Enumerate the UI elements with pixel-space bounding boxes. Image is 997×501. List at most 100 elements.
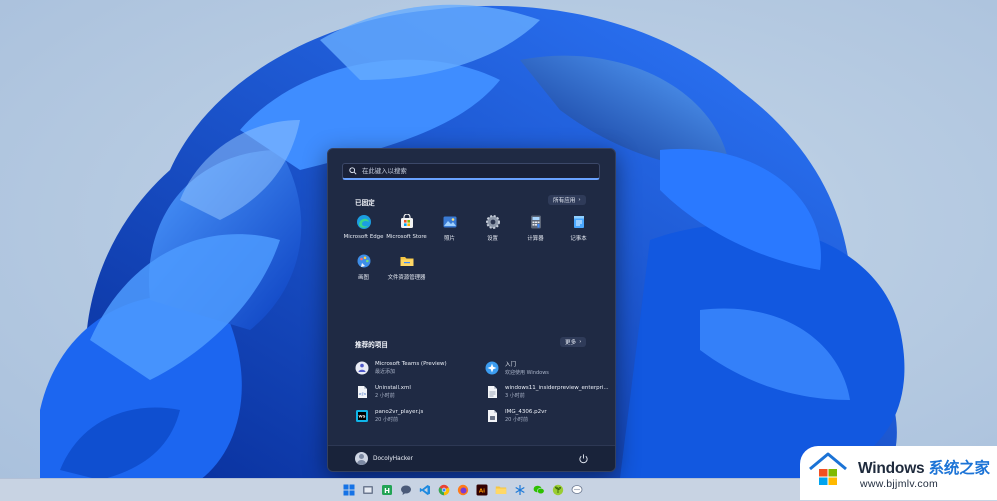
- watermark-title-cn: 系统之家: [928, 460, 990, 477]
- search-box[interactable]: [342, 163, 600, 180]
- chevron-right-icon: ›: [578, 197, 581, 203]
- generic-file-icon: [488, 410, 497, 422]
- vscode-icon: [419, 485, 430, 495]
- watermark-badge: Windows 系统之家 www.bjjmlv.com: [800, 446, 997, 500]
- snowflake-icon: [515, 485, 525, 495]
- calculator-icon: [530, 215, 541, 229]
- pinned-app-paint[interactable]: 画图: [341, 253, 386, 281]
- svg-text:WS: WS: [359, 414, 366, 419]
- taskbar-app[interactable]: [455, 482, 471, 498]
- app-h-icon: H: [382, 485, 392, 495]
- start-footer: DocolyHacker: [328, 445, 615, 471]
- paint-icon: [357, 254, 370, 268]
- webstorm-file-icon: WS: [356, 410, 368, 422]
- recommended-item-name: pano2vr_player.js: [375, 409, 424, 415]
- recommended-item-sub: 3 小时前: [505, 393, 525, 399]
- pinned-app-calculator[interactable]: 计算器: [513, 214, 558, 242]
- teams-icon: [355, 361, 369, 375]
- watermark-title-en: Windows: [858, 460, 925, 477]
- message-bubble-icon: [571, 485, 583, 494]
- taskbar-app[interactable]: [569, 482, 585, 498]
- document-file-icon: [488, 386, 497, 398]
- recommended-item-pano2vr-player[interactable]: WS pano2vr_player.js 20 小时前: [355, 405, 480, 427]
- taskbar-app[interactable]: [550, 482, 566, 498]
- recommended-item-sub: 2 小时前: [375, 393, 395, 399]
- pinned-app-store[interactable]: Microsoft Store: [384, 214, 429, 240]
- chevron-right-icon: ›: [579, 339, 582, 345]
- taskbar-app[interactable]: [493, 482, 509, 498]
- taskbar-app[interactable]: Ai: [474, 482, 490, 498]
- all-apps-button[interactable]: 所有应用 ›: [548, 195, 586, 205]
- recommended-item-name: 入门: [505, 362, 517, 368]
- recommended-item-name: Uninstall.xml: [375, 385, 411, 391]
- recommended-item-img-4306[interactable]: IMG_4306.p2vr 20 小时前: [485, 405, 610, 427]
- file-explorer-icon: [400, 257, 413, 266]
- illustrator-icon: Ai: [476, 484, 488, 496]
- all-apps-label: 所有应用: [553, 198, 576, 204]
- folder-icon: [495, 486, 507, 494]
- svg-text:Ai: Ai: [479, 489, 485, 495]
- app-label: 照片: [444, 236, 455, 242]
- search-input[interactable]: [362, 167, 582, 175]
- more-button[interactable]: 更多 ›: [560, 337, 587, 347]
- taskbar-app[interactable]: [531, 482, 547, 498]
- taskbar-app[interactable]: [512, 482, 528, 498]
- svg-text:H: H: [384, 487, 390, 495]
- taskbar-start-button[interactable]: [341, 482, 357, 498]
- avatar: [355, 452, 368, 465]
- app-label: 记事本: [570, 236, 587, 242]
- start-menu: 已固定 所有应用 › Microsoft Edge Microsoft Stor…: [327, 148, 616, 472]
- wechat-icon: [533, 485, 545, 495]
- watermark-url: www.bjjmlv.com: [860, 478, 939, 490]
- recommended-item-windows11-insider[interactable]: windows11_insiderpreview_enterpri... 3 小时…: [485, 381, 610, 403]
- chat-icon: [401, 485, 411, 495]
- chrome-icon: [438, 484, 450, 496]
- app-label: 设置: [487, 236, 498, 242]
- taskbar-app[interactable]: [417, 482, 433, 498]
- recommended-item-uninstall-xml[interactable]: </> Uninstall.xml 2 小时前: [355, 381, 480, 403]
- recommended-item-name: Microsoft Teams (Preview): [375, 361, 447, 367]
- pinned-title: 已固定: [355, 199, 375, 207]
- app-label: Microsoft Store: [386, 234, 427, 240]
- app-label: 文件资源管理器: [387, 275, 426, 281]
- search-icon: [349, 167, 357, 175]
- recommended-item-sub: 20 小时前: [375, 417, 398, 423]
- recommended-item-sub: 20 小时前: [505, 417, 528, 423]
- xml-file-icon: </>: [358, 386, 367, 398]
- recommended-item-teams[interactable]: Microsoft Teams (Preview) 最近添加: [355, 357, 480, 379]
- recommended-item-name: windows11_insiderpreview_enterpri...: [505, 385, 609, 391]
- taskbar-app[interactable]: [398, 482, 414, 498]
- more-label: 更多: [565, 340, 577, 346]
- store-icon: [400, 214, 413, 228]
- power-icon[interactable]: [578, 453, 589, 464]
- edge-icon: [356, 215, 371, 229]
- recommended-item-get-started[interactable]: 入门欢迎使用 Windows: [485, 357, 610, 379]
- app-label: 画图: [358, 275, 369, 281]
- pinned-app-photos[interactable]: 照片: [427, 214, 472, 242]
- recommended-item-sub: 最近添加: [375, 369, 396, 375]
- sprout-icon: [552, 484, 564, 496]
- taskbar-app[interactable]: H: [379, 482, 395, 498]
- firefox-icon: [457, 484, 469, 496]
- recommended-item-name: IMG_4306.p2vr: [505, 409, 547, 415]
- watermark-title: Windows 系统之家: [858, 456, 990, 478]
- app-label: Microsoft Edge: [343, 234, 384, 240]
- notepad-icon: [573, 216, 584, 228]
- recommended-item-sub: 欢迎使用 Windows: [505, 370, 549, 376]
- pinned-app-file-explorer[interactable]: 文件资源管理器: [384, 253, 429, 281]
- taskbar-app[interactable]: [436, 482, 452, 498]
- pinned-app-notepad[interactable]: 记事本: [556, 214, 601, 242]
- app-label: 计算器: [527, 236, 544, 242]
- svg-text:</>: </>: [358, 392, 366, 397]
- pinned-app-settings[interactable]: 设置: [470, 214, 515, 242]
- recommended-title: 推荐的项目: [355, 341, 388, 349]
- pinned-app-edge[interactable]: Microsoft Edge: [341, 214, 386, 240]
- taskbar-app[interactable]: [360, 482, 376, 498]
- get-started-icon: [485, 361, 499, 375]
- settings-gear-icon: [485, 215, 500, 229]
- windows-house-logo: [809, 452, 847, 485]
- file-manager-icon: [363, 486, 373, 494]
- photos-icon: [443, 216, 456, 228]
- user-account-button[interactable]: DocolyHacker: [355, 452, 413, 465]
- windows-start-icon: [343, 484, 355, 496]
